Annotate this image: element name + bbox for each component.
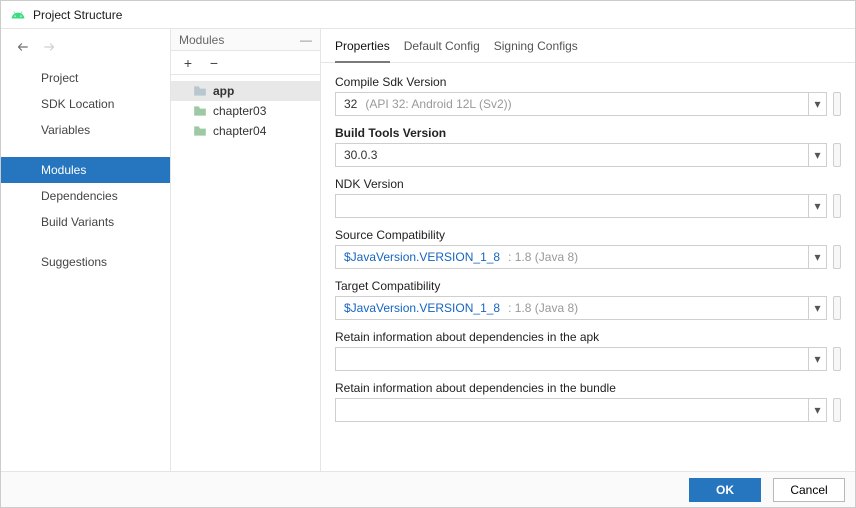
chevron-down-icon[interactable]: ▾ <box>808 195 826 217</box>
dialog-body: Project SDK Location Variables Modules D… <box>1 29 855 471</box>
folder-icon <box>193 105 207 117</box>
field-target_compat: Target Compatibility $JavaVersion.VERSION… <box>335 279 841 320</box>
combo-value: $JavaVersion.VERSION_1_8 : 1.8 (Java 8) <box>344 301 578 315</box>
modules-panel-header: Modules — <box>171 29 320 51</box>
properties-panel: Properties Default Config Signing Config… <box>321 29 855 471</box>
chevron-down-icon[interactable]: ▾ <box>808 297 826 319</box>
field-row: 30.0.3 ▾ <box>335 143 841 167</box>
sidebar-item-variables[interactable]: Variables <box>1 117 170 143</box>
tab-signing-configs[interactable]: Signing Configs <box>494 39 578 63</box>
combo-value-primary: 30.0.3 <box>344 148 377 162</box>
compile_sdk-combo[interactable]: 32 (API 32: Android 12L (Sv2)) ▾ <box>335 92 827 116</box>
field-row: ▾ <box>335 398 841 422</box>
variable-picker-button[interactable] <box>833 245 841 269</box>
module-tree: app chapter03 chapter04 <box>171 75 320 147</box>
field-label: Source Compatibility <box>335 228 841 242</box>
chevron-down-icon[interactable]: ▾ <box>808 399 826 421</box>
sidebar-spacer-2 <box>1 235 170 249</box>
combo-value-primary: 32 <box>344 97 357 111</box>
tab-default-config[interactable]: Default Config <box>404 39 480 63</box>
ndk_version-combo[interactable]: ▾ <box>335 194 827 218</box>
sidebar-item-modules[interactable]: Modules <box>1 157 170 183</box>
collapse-icon[interactable]: — <box>300 33 312 47</box>
field-row: ▾ <box>335 347 841 371</box>
form-area: Compile Sdk Version 32 (API 32: Android 12… <box>321 63 855 471</box>
chevron-down-icon[interactable]: ▾ <box>808 93 826 115</box>
android-icon <box>11 8 25 22</box>
combo-value-secondary: (API 32: Android 12L (Sv2)) <box>365 97 511 111</box>
titlebar: Project Structure <box>1 1 855 29</box>
variable-picker-button[interactable] <box>833 143 841 167</box>
module-item-app[interactable]: app <box>171 81 320 101</box>
chevron-down-icon[interactable]: ▾ <box>808 144 826 166</box>
forward-button[interactable] <box>41 39 57 55</box>
field-build_tools: Build Tools Version 30.0.3 ▾ <box>335 126 841 167</box>
variable-picker-button[interactable] <box>833 194 841 218</box>
module-label: chapter04 <box>213 124 266 138</box>
field-row: $JavaVersion.VERSION_1_8 : 1.8 (Java 8) ▾ <box>335 245 841 269</box>
module-label: app <box>213 84 234 98</box>
modules-panel-title: Modules <box>179 33 224 47</box>
field-label: Target Compatibility <box>335 279 841 293</box>
field-retain_apk: Retain information about dependencies in… <box>335 330 841 371</box>
back-button[interactable] <box>15 39 31 55</box>
field-ndk_version: NDK Version ▾ <box>335 177 841 218</box>
field-label: NDK Version <box>335 177 841 191</box>
ok-button[interactable]: OK <box>689 478 761 502</box>
variable-picker-button[interactable] <box>833 296 841 320</box>
modules-toolbar: + − <box>171 51 320 75</box>
build_tools-combo[interactable]: 30.0.3 ▾ <box>335 143 827 167</box>
target_compat-combo[interactable]: $JavaVersion.VERSION_1_8 : 1.8 (Java 8) ▾ <box>335 296 827 320</box>
variable-picker-button[interactable] <box>833 398 841 422</box>
module-item-chapter04[interactable]: chapter04 <box>171 121 320 141</box>
sidebar-menu: Project SDK Location Variables Modules D… <box>1 65 170 275</box>
combo-value-secondary: : 1.8 (Java 8) <box>508 250 578 264</box>
module-label: chapter03 <box>213 104 266 118</box>
combo-value: 32 (API 32: Android 12L (Sv2)) <box>344 97 512 111</box>
tab-bar: Properties Default Config Signing Config… <box>321 29 855 63</box>
field-label: Build Tools Version <box>335 126 841 140</box>
sidebar-item-suggestions[interactable]: Suggestions <box>1 249 170 275</box>
combo-value-primary: $JavaVersion.VERSION_1_8 <box>344 250 500 264</box>
field-label: Retain information about dependencies in… <box>335 330 841 344</box>
field-source_compat: Source Compatibility $JavaVersion.VERSION… <box>335 228 841 269</box>
sidebar-item-sdk-location[interactable]: SDK Location <box>1 91 170 117</box>
sidebar-spacer <box>1 143 170 157</box>
field-label: Retain information about dependencies in… <box>335 381 841 395</box>
modules-panel: Modules — + − app chapter03 <box>171 29 321 471</box>
field-row: ▾ <box>335 194 841 218</box>
folder-icon <box>193 85 207 97</box>
variable-picker-button[interactable] <box>833 347 841 371</box>
cancel-button[interactable]: Cancel <box>773 478 845 502</box>
field-compile_sdk: Compile Sdk Version 32 (API 32: Android 12… <box>335 75 841 116</box>
sidebar-item-project[interactable]: Project <box>1 65 170 91</box>
add-module-button[interactable]: + <box>181 56 195 70</box>
field-row: $JavaVersion.VERSION_1_8 : 1.8 (Java 8) ▾ <box>335 296 841 320</box>
button-bar: OK Cancel <box>1 471 855 507</box>
remove-module-button[interactable]: − <box>207 56 221 70</box>
combo-value: $JavaVersion.VERSION_1_8 : 1.8 (Java 8) <box>344 250 578 264</box>
combo-value-secondary: : 1.8 (Java 8) <box>508 301 578 315</box>
sidebar-panel: Project SDK Location Variables Modules D… <box>1 29 171 471</box>
chevron-down-icon[interactable]: ▾ <box>808 348 826 370</box>
source_compat-combo[interactable]: $JavaVersion.VERSION_1_8 : 1.8 (Java 8) ▾ <box>335 245 827 269</box>
sidebar-item-dependencies[interactable]: Dependencies <box>1 183 170 209</box>
module-item-chapter03[interactable]: chapter03 <box>171 101 320 121</box>
retain_apk-combo[interactable]: ▾ <box>335 347 827 371</box>
field-retain_bundle: Retain information about dependencies in… <box>335 381 841 422</box>
retain_bundle-combo[interactable]: ▾ <box>335 398 827 422</box>
combo-value: 30.0.3 <box>344 148 377 162</box>
nav-header <box>1 29 170 65</box>
variable-picker-button[interactable] <box>833 92 841 116</box>
combo-value-primary: $JavaVersion.VERSION_1_8 <box>344 301 500 315</box>
window-title: Project Structure <box>33 8 122 22</box>
sidebar-item-build-variants[interactable]: Build Variants <box>1 209 170 235</box>
chevron-down-icon[interactable]: ▾ <box>808 246 826 268</box>
folder-icon <box>193 125 207 137</box>
field-label: Compile Sdk Version <box>335 75 841 89</box>
field-row: 32 (API 32: Android 12L (Sv2)) ▾ <box>335 92 841 116</box>
tab-properties[interactable]: Properties <box>335 39 390 63</box>
project-structure-dialog: Project Structure Project SDK Location V… <box>0 0 856 508</box>
